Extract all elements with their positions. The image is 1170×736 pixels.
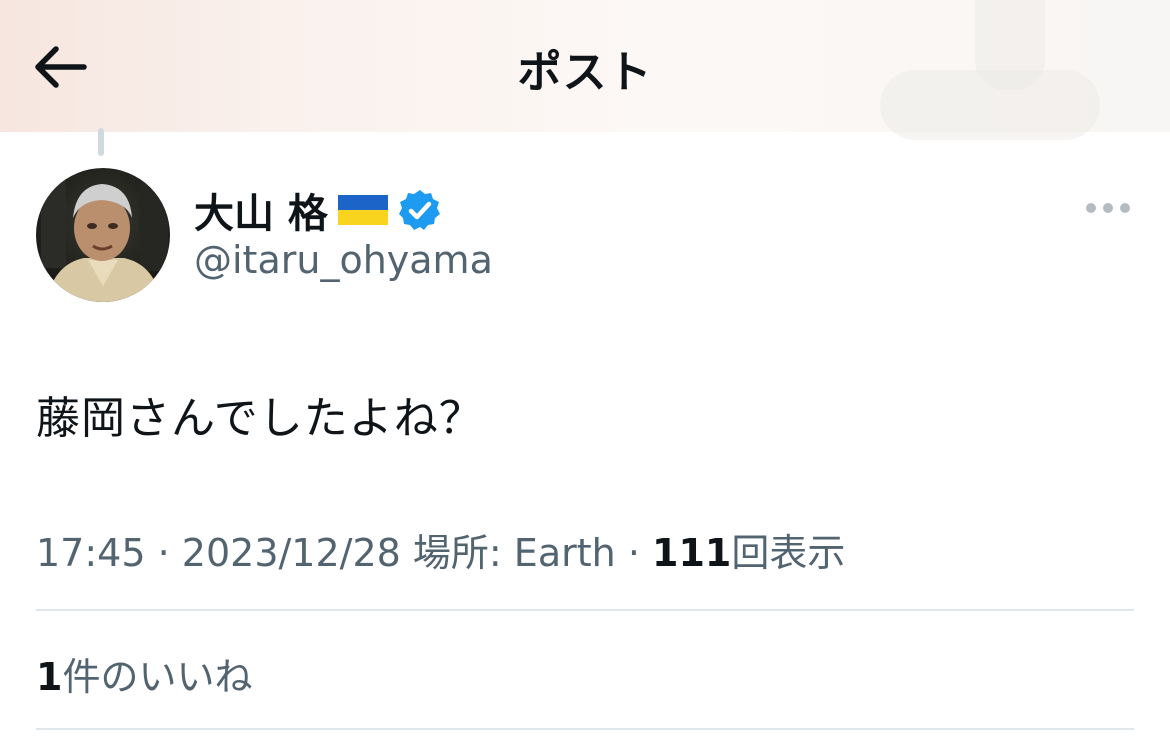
likes-count: 1 (36, 655, 63, 699)
post-detail-screen: ポスト 大山 格 @itaru_ohyama 藤岡さんでしたよね？ 17:45 … (0, 0, 1170, 736)
header-bar: ポスト (0, 0, 1170, 140)
tweet-location: 場所: Earth (412, 531, 616, 575)
avatar-image (36, 168, 170, 302)
avatar[interactable] (36, 168, 170, 302)
ukraine-flag-icon (337, 195, 388, 225)
tweet-time[interactable]: 17:45 (36, 531, 146, 575)
author-name-row: 大山 格 (194, 182, 442, 238)
verified-badge-icon[interactable] (398, 188, 442, 232)
author-display-name[interactable]: 大山 格 (194, 181, 328, 239)
page-title: ポスト (517, 47, 653, 98)
divider (36, 609, 1134, 611)
meta-separator: · (157, 531, 170, 575)
divider (36, 728, 1134, 730)
meta-separator: · (627, 531, 640, 575)
views-count: 111 (652, 531, 732, 575)
likes-label: 件のいいね (62, 655, 253, 699)
tweet-metadata: 17:45 · 2023/12/28 場所: Earth · 111回表示 (36, 522, 845, 577)
tweet-text: 藤岡さんでしたよね？ (36, 393, 484, 444)
tweet-date[interactable]: 2023/12/28 (182, 531, 401, 575)
more-horizontal-icon (1086, 203, 1130, 213)
author-handle[interactable]: @itaru_ohyama (194, 238, 493, 282)
likes-link[interactable]: 1件のいいね (36, 646, 252, 701)
thread-connector-line (98, 128, 104, 156)
more-options-button[interactable] (1082, 190, 1134, 226)
views-label: 回表示 (731, 531, 846, 575)
